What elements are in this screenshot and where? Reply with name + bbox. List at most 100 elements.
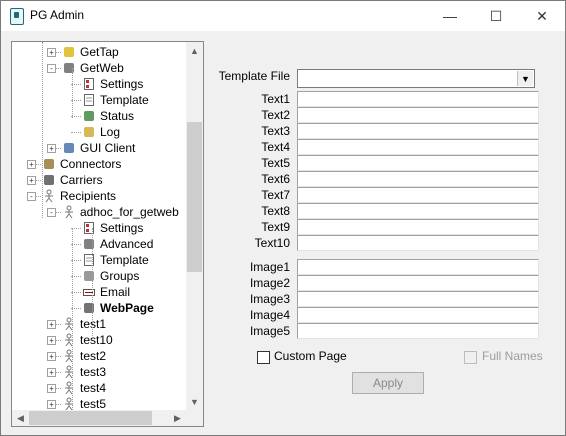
collapse-icon[interactable]: - <box>47 208 56 217</box>
tree-item-label: Template <box>100 93 149 107</box>
maximize-button[interactable]: ☐ <box>473 1 519 31</box>
text-field-input[interactable] <box>297 171 539 187</box>
text-field-input[interactable] <box>297 203 539 219</box>
tree-item-label: adhoc_for_getweb <box>80 205 179 219</box>
tree-item-label: Template <box>100 253 149 267</box>
window-title: PG Admin <box>30 8 85 22</box>
tree-item[interactable]: + GetTap <box>12 44 186 60</box>
close-button[interactable]: ✕ <box>519 1 565 31</box>
collapse-icon[interactable]: - <box>27 192 36 201</box>
expand-icon[interactable]: + <box>47 384 56 393</box>
tree-item-label: Groups <box>100 269 140 283</box>
text-field-input[interactable] <box>297 187 539 203</box>
tree-item[interactable]: Email <box>12 284 186 300</box>
tree-item[interactable]: + test10 <box>12 332 186 348</box>
tree-item[interactable]: + test2 <box>12 348 186 364</box>
person-icon <box>62 317 76 331</box>
tree-item[interactable]: Status <box>12 108 186 124</box>
image-field-input[interactable] <box>297 307 539 323</box>
text-field-input[interactable] <box>297 219 539 235</box>
expand-icon[interactable]: + <box>27 176 36 185</box>
text-field-input[interactable] <box>297 91 539 107</box>
tree-item-label: GetWeb <box>80 61 124 75</box>
email-icon <box>82 285 96 299</box>
groups-icon <box>82 269 96 283</box>
expand-icon[interactable]: + <box>47 400 56 409</box>
image-field-input[interactable] <box>297 323 539 339</box>
custom-page-label[interactable]: Custom Page <box>274 349 347 363</box>
tree-item[interactable]: + Carriers <box>12 172 186 188</box>
minimize-button[interactable]: — <box>427 1 473 31</box>
expand-icon[interactable]: + <box>47 48 56 57</box>
expand-icon[interactable]: + <box>47 144 56 153</box>
text-field-label: Text5 <box>261 156 290 170</box>
tree-item-label: Recipients <box>60 189 117 203</box>
tree-item-label: Email <box>100 285 131 299</box>
vertical-scroll-thumb[interactable] <box>187 122 202 272</box>
expand-icon[interactable]: + <box>47 320 56 329</box>
text-field-label: Text1 <box>261 92 290 106</box>
tree-item-label: Settings <box>100 221 144 235</box>
template-file-combo[interactable]: ▼ <box>297 69 535 88</box>
tree-item[interactable]: + Connectors <box>12 156 186 172</box>
tree-item[interactable]: - Recipients <box>12 188 186 204</box>
text-field-input[interactable] <box>297 107 539 123</box>
scroll-corner <box>186 410 203 426</box>
text-field-input[interactable] <box>297 155 539 171</box>
tree-item-label: test1 <box>80 317 107 331</box>
tree-item-label: test3 <box>80 365 107 379</box>
tree-item[interactable]: + test1 <box>12 316 186 332</box>
tree-item[interactable]: Template <box>12 252 186 268</box>
horizontal-scroll-thumb[interactable] <box>29 411 152 425</box>
text-field-label: Text6 <box>261 172 290 186</box>
tree-item[interactable]: Settings <box>12 220 186 236</box>
tree-item-label: Log <box>100 125 121 139</box>
text-field-input[interactable] <box>297 235 539 251</box>
image-field-input[interactable] <box>297 259 539 275</box>
connectors-icon <box>42 157 56 171</box>
tree-item[interactable]: - GetWeb <box>12 60 186 76</box>
tree-rows: + GetTap - GetWeb Settings Template Status Log +… <box>12 42 186 410</box>
tree-item[interactable]: Settings <box>12 76 186 92</box>
expand-icon[interactable]: + <box>47 336 56 345</box>
scroll-left-arrow-icon[interactable]: ◀ <box>12 410 29 426</box>
vertical-scrollbar[interactable]: ▲ ▼ <box>186 42 203 410</box>
tree-item-label: test2 <box>80 349 107 363</box>
tree-item[interactable]: + test5 <box>12 396 186 410</box>
tree-item[interactable]: + test3 <box>12 364 186 380</box>
collapse-icon[interactable]: - <box>47 64 56 73</box>
tree-item[interactable]: Groups <box>12 268 186 284</box>
text-field-label: Text7 <box>261 188 290 202</box>
tree-item[interactable]: + GUI Client <box>12 140 186 156</box>
chevron-down-icon[interactable]: ▼ <box>517 71 533 86</box>
text-field-label: Text10 <box>254 236 290 250</box>
image-field-input[interactable] <box>297 291 539 307</box>
image-field-label: Image2 <box>249 276 290 290</box>
tree-item[interactable]: + test4 <box>12 380 186 396</box>
apply-button[interactable]: Apply <box>352 372 424 394</box>
full-names-label: Full Names <box>482 349 543 363</box>
scroll-down-arrow-icon[interactable]: ▼ <box>186 393 203 410</box>
text-field-input[interactable] <box>297 123 539 139</box>
image-field-input[interactable] <box>297 275 539 291</box>
scroll-up-arrow-icon[interactable]: ▲ <box>186 42 203 59</box>
tree-item[interactable]: Log <box>12 124 186 140</box>
title-bar[interactable]: PG Admin — ☐ ✕ <box>1 1 565 31</box>
tree-item[interactable]: - adhoc_for_getweb <box>12 204 186 220</box>
tree-item[interactable]: Advanced <box>12 236 186 252</box>
scroll-right-arrow-icon[interactable]: ▶ <box>169 410 186 426</box>
navigation-tree[interactable]: + GetTap - GetWeb Settings Template Status Log +… <box>11 41 204 427</box>
expand-icon[interactable]: + <box>47 368 56 377</box>
text-field-input[interactable] <box>297 139 539 155</box>
custom-page-checkbox[interactable] <box>257 351 270 364</box>
full-names-checkbox[interactable] <box>464 351 477 364</box>
expand-icon[interactable]: + <box>47 352 56 361</box>
tree-item[interactable]: WebPage <box>12 300 186 316</box>
tree-item[interactable]: Template <box>12 92 186 108</box>
tree-item-label: Carriers <box>60 173 103 187</box>
tree-item-label: test4 <box>80 381 107 395</box>
horizontal-scrollbar[interactable]: ◀ ▶ <box>12 410 186 426</box>
tree-item-label: Settings <box>100 77 144 91</box>
expand-icon[interactable]: + <box>27 160 36 169</box>
template-icon <box>82 93 96 107</box>
